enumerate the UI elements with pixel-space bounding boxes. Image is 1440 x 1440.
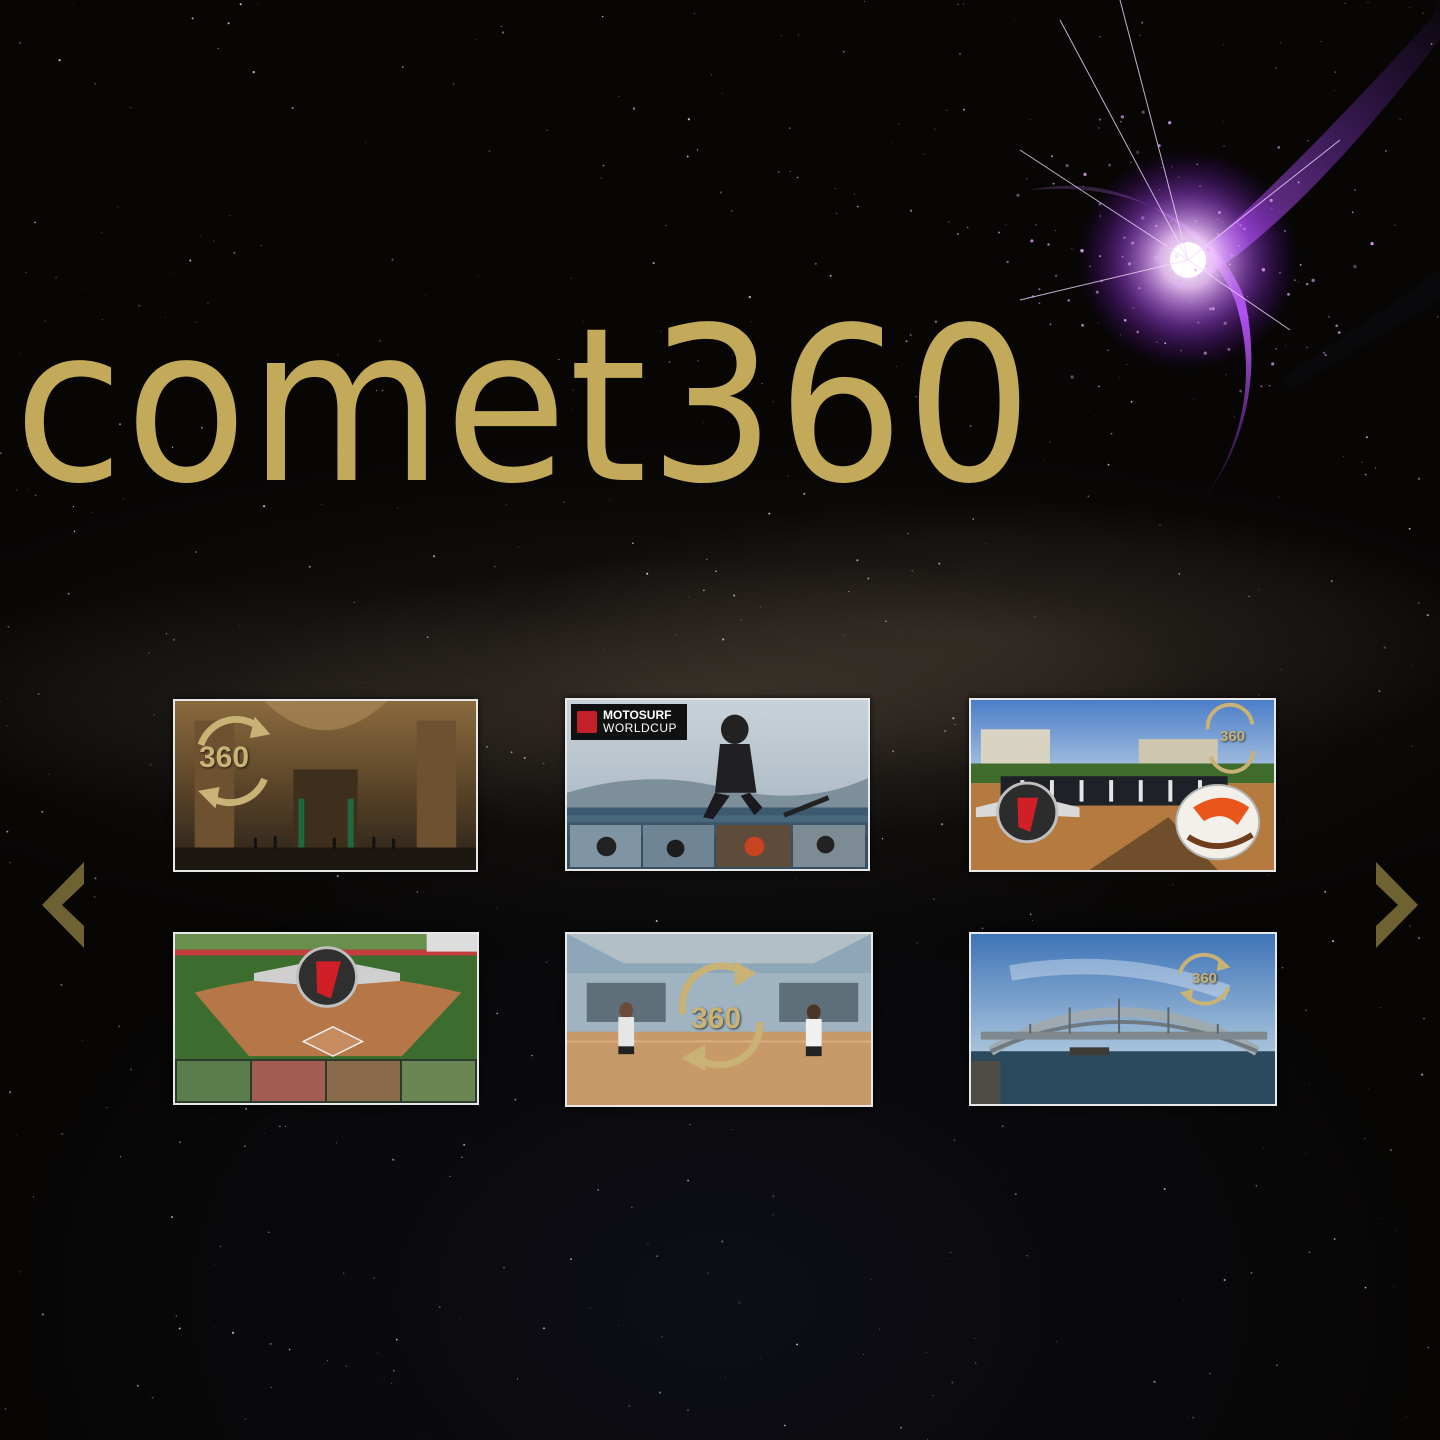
360-badge: 360 (1220, 728, 1246, 745)
motosurf-brand-label: MOTOSURF WORLDCUP (571, 704, 687, 740)
video-thumbnail-cathedral[interactable]: 360 (173, 699, 478, 872)
video-thumbnail-motosurf[interactable]: MOTOSURF WORLDCUP (565, 698, 870, 871)
video-thumbnail-dance-studio[interactable]: 360 (565, 932, 873, 1107)
video-carousel: 360 MOTOSURF WORLDCUP 360 360 360 (0, 0, 1440, 1440)
video-thumbnail-softball[interactable] (173, 932, 479, 1105)
360-badge: 360 (199, 741, 250, 774)
rotate-360-icon (1177, 952, 1231, 1006)
video-thumbnail-bridge[interactable]: 360 (969, 932, 1277, 1106)
360-badge: 360 (691, 1002, 742, 1035)
chevron-right-icon (1376, 862, 1418, 948)
chevron-left-icon (42, 862, 84, 948)
softball-scene (175, 934, 477, 1103)
360-badge: 360 (1192, 970, 1218, 987)
video-thumbnail-baseball-eagles[interactable]: 360 (969, 698, 1276, 872)
rotate-360-icon (197, 716, 271, 809)
eagles-logo (1175, 784, 1261, 861)
carousel-next-button[interactable] (1372, 860, 1422, 950)
motosurf-brand-line2: WORLDCUP (603, 721, 678, 735)
baseball-scene (971, 700, 1274, 870)
carousel-prev-button[interactable] (38, 860, 88, 950)
motosurf-logo-icon (577, 711, 597, 733)
